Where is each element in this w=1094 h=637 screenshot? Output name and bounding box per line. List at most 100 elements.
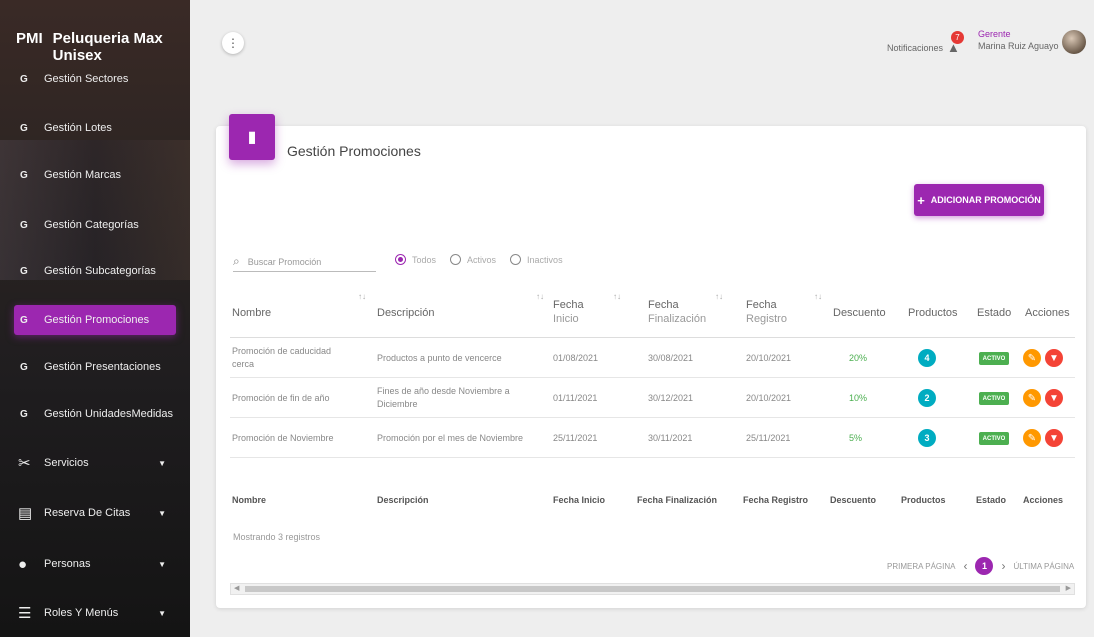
list-icon: ☰ — [18, 605, 32, 622]
search-input[interactable]: ⌕ Buscar Promoción — [233, 252, 376, 272]
col-descuento[interactable]: Descuento — [833, 306, 886, 320]
person-icon: ● — [18, 555, 28, 573]
col-fecha-registro[interactable]: Fecha Registro — [746, 298, 787, 326]
filter-label: Inactivos — [527, 254, 563, 265]
sidebar-item-abbr: G — [20, 408, 28, 420]
filter-todos[interactable]: Todos — [395, 254, 436, 265]
first-page-link[interactable]: PRIMERA PÁGINA — [887, 562, 955, 571]
add-promotion-label: ADICIONAR PROMOCIÓN — [930, 195, 1041, 205]
sidebar-section-personas[interactable]: ● Personas ▼ — [14, 549, 176, 579]
table-footer: Nombre Descripción Fecha Inicio Fecha Fi… — [230, 491, 1075, 521]
sidebar-item-abbr: G — [20, 73, 28, 85]
products-count-badge[interactable]: 2 — [918, 389, 936, 407]
brand[interactable]: PMI Peluqueria Max Unisex — [0, 0, 190, 70]
scrollbar-thumb[interactable] — [245, 586, 1060, 592]
more-options-button[interactable]: ⋮ — [222, 32, 244, 54]
col-estado[interactable]: Estado — [977, 306, 1011, 320]
user-info[interactable]: Gerente Marina Ruiz Aguayo — [978, 28, 1059, 52]
sidebar-item-marcas[interactable]: G Gestión Marcas — [14, 160, 176, 190]
sidebar-section-label: Personas — [44, 558, 91, 570]
cell-fecha-inicio: 01/11/2021 — [553, 393, 598, 403]
sidebar-item-label: Gestión Sectores — [44, 73, 129, 85]
col-fecha-fin-line2: Finalización — [648, 313, 707, 325]
radio-selected-icon — [395, 254, 406, 265]
current-page[interactable]: 1 — [975, 557, 994, 575]
sidebar-section-reserva-citas[interactable]: ▤ Reserva De Citas ▼ — [14, 498, 176, 528]
filter-inactivos[interactable]: Inactivos — [510, 254, 563, 265]
col-descripcion[interactable]: Descripción — [377, 306, 434, 320]
footer-fecha-inicio: Fecha Inicio — [553, 495, 606, 505]
bell-icon: ▲ 7 — [947, 31, 965, 55]
plus-icon: + — [917, 192, 925, 208]
sort-icon[interactable]: ↑↓ — [358, 292, 366, 301]
cell-descuento: 10% — [849, 393, 868, 403]
cell-fecha-inicio: 25/11/2021 — [553, 433, 598, 443]
sort-icon[interactable]: ↑↓ — [814, 292, 822, 301]
more-vert-icon: ⋮ — [227, 36, 239, 50]
sort-icon[interactable]: ↑↓ — [536, 292, 544, 301]
caret-down-icon: ▼ — [158, 559, 166, 569]
footer-fecha-fin: Fecha Finalización — [637, 495, 718, 505]
sidebar-section-roles-menus[interactable]: ☰ Roles Y Menús ▼ — [14, 598, 176, 628]
status-filter: Todos Activos Inactivos — [395, 254, 563, 265]
cell-descripcion-line1: Fines de año desde Noviembre a — [377, 386, 510, 396]
caret-down-icon: ▼ — [158, 508, 166, 518]
sidebar-item-abbr: G — [20, 219, 28, 231]
user-role: Gerente — [978, 29, 1011, 39]
col-acciones[interactable]: Acciones — [1025, 306, 1070, 320]
avatar[interactable] — [1062, 30, 1086, 54]
cell-fecha-inicio: 01/08/2021 — [553, 353, 599, 363]
status-badge: ACTIVO — [979, 392, 1009, 405]
sidebar-item-categorias[interactable]: G Gestión Categorías — [14, 210, 176, 240]
sidebar-section-servicios[interactable]: ✂ Servicios ▼ — [14, 448, 176, 478]
filter-label: Todos — [412, 254, 437, 265]
sort-icon[interactable]: ↑↓ — [715, 292, 723, 301]
col-fecha-inicio-line1: Fecha — [553, 299, 584, 311]
products-count-badge[interactable]: 3 — [918, 429, 936, 447]
sidebar-item-unidades-medidas[interactable]: G Gestión UnidadesMedidas — [14, 399, 176, 429]
col-productos[interactable]: Productos — [908, 306, 958, 320]
cell-descripcion: Fines de año desde Noviembre a Diciembre — [377, 385, 510, 411]
scroll-right-icon[interactable]: ▶ — [1066, 584, 1071, 592]
last-page-link[interactable]: ÚLTIMA PÁGINA — [1013, 562, 1074, 571]
sidebar-item-presentaciones[interactable]: G Gestión Presentaciones — [14, 352, 176, 382]
sidebar-item-label: Gestión Presentaciones — [44, 361, 161, 373]
add-promotion-button[interactable]: + ADICIONAR PROMOCIÓN — [914, 184, 1044, 216]
edit-button[interactable]: ✎ — [1023, 389, 1041, 407]
thumbs-down-icon: ▼ — [1049, 392, 1059, 404]
notifications[interactable]: Notificaciones ▲ 7 — [887, 31, 965, 55]
sidebar-item-promociones[interactable]: G Gestión Promociones — [14, 305, 176, 335]
cell-nombre: Promoción de fin de año — [232, 393, 330, 403]
sidebar: PMI Peluqueria Max Unisex G Gestión Sect… — [0, 0, 190, 637]
cell-descripcion: Promoción por el mes de Noviembre — [377, 433, 524, 443]
cell-descuento: 5% — [849, 433, 863, 443]
horizontal-scrollbar[interactable]: ◀ ▶ — [230, 583, 1075, 595]
products-count-badge[interactable]: 4 — [918, 349, 936, 367]
col-nombre[interactable]: Nombre — [232, 306, 271, 320]
chevron-right-icon[interactable]: › — [1001, 559, 1005, 573]
sidebar-item-lotes[interactable]: G Gestión Lotes — [14, 113, 176, 143]
col-fecha-registro-line2: Registro — [746, 313, 787, 325]
cell-descuento: 20% — [849, 353, 868, 363]
deactivate-button[interactable]: ▼ — [1045, 389, 1063, 407]
sort-icon[interactable]: ↑↓ — [613, 292, 621, 301]
deactivate-button[interactable]: ▼ — [1045, 429, 1063, 447]
filter-activos[interactable]: Activos — [450, 254, 496, 265]
edit-button[interactable]: ✎ — [1023, 429, 1041, 447]
notification-count-badge: 7 — [951, 31, 965, 44]
cell-fecha-fin: 30/11/2021 — [648, 433, 693, 443]
scroll-left-icon[interactable]: ◀ — [234, 584, 239, 592]
page-title: Gestión Promociones — [287, 143, 421, 159]
chevron-left-icon[interactable]: ‹ — [963, 559, 967, 573]
col-fecha-inicio[interactable]: Fecha Inicio — [553, 298, 584, 326]
edit-button[interactable]: ✎ — [1023, 349, 1041, 367]
search-icon: ⌕ — [233, 254, 240, 268]
pencil-icon: ✎ — [1027, 392, 1037, 404]
deactivate-button[interactable]: ▼ — [1045, 349, 1063, 367]
pagination: PRIMERA PÁGINA ‹ 1 › ÚLTIMA PÁGINA — [887, 557, 1074, 575]
sidebar-item-sectores[interactable]: G Gestión Sectores — [14, 64, 176, 94]
sidebar-item-label: Gestión Promociones — [44, 314, 150, 326]
col-fecha-fin[interactable]: Fecha Finalización — [648, 298, 706, 326]
sidebar-item-subcategorias[interactable]: G Gestión Subcategorías — [14, 256, 176, 286]
footer-estado: Estado — [976, 495, 1007, 505]
